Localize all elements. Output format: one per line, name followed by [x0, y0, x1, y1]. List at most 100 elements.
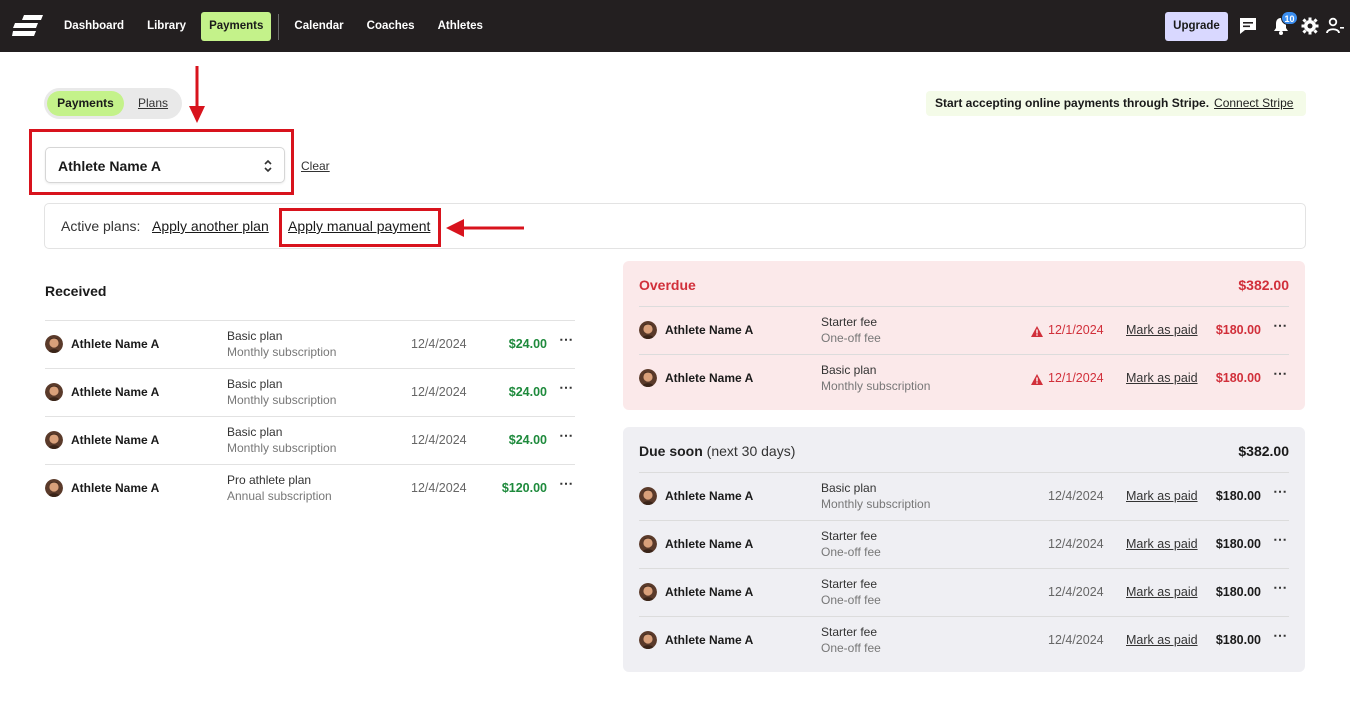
athlete-name[interactable]: Athlete Name A — [665, 585, 753, 599]
nav-payments[interactable]: Payments — [201, 12, 272, 41]
athlete-name[interactable]: Athlete Name A — [665, 537, 753, 551]
row-more-options-icon[interactable]: ⋯ — [1273, 531, 1287, 548]
due-date: 12/4/2024 — [1048, 585, 1104, 599]
row-more-options-icon[interactable]: ⋯ — [559, 427, 573, 444]
payments-plans-toggle: Payments Plans — [44, 88, 182, 119]
athlete-name[interactable]: Athlete Name A — [71, 337, 159, 351]
tab-plans[interactable]: Plans — [138, 96, 168, 110]
athlete-avatar — [45, 335, 63, 353]
apply-another-plan-link[interactable]: Apply another plan — [152, 218, 269, 234]
connect-stripe-link[interactable]: Connect Stripe — [1214, 96, 1293, 110]
due-date: 12/4/2024 — [1048, 633, 1104, 647]
clear-filter-link[interactable]: Clear — [301, 159, 330, 173]
payment-date: 12/4/2024 — [411, 481, 467, 495]
plan-name: Starter fee — [821, 529, 878, 543]
row-more-options-icon[interactable]: ⋯ — [559, 331, 573, 348]
payment-date: 12/4/2024 — [411, 385, 467, 399]
overdue-total: $382.00 — [1238, 277, 1289, 293]
plan-type: Annual subscription — [227, 489, 332, 503]
athlete-name[interactable]: Athlete Name A — [71, 385, 159, 399]
athlete-avatar — [639, 631, 657, 649]
brand-logo-icon[interactable] — [12, 13, 44, 39]
row-more-options-icon[interactable]: ⋯ — [1273, 627, 1287, 644]
annotation-arrow-down-icon — [189, 66, 205, 123]
payment-amount: $120.00 — [501, 481, 547, 495]
messages-icon[interactable] — [1238, 16, 1258, 36]
due-date: 12/4/2024 — [1048, 537, 1104, 551]
athlete-avatar — [639, 535, 657, 553]
plan-name: Basic plan — [821, 481, 877, 495]
row-more-options-icon[interactable]: ⋯ — [1273, 317, 1287, 334]
payment-amount: $24.00 — [508, 433, 547, 447]
row-more-options-icon[interactable]: ⋯ — [559, 475, 573, 492]
warning-triangle-icon — [1031, 372, 1043, 385]
due-soon-subtitle: (next 30 days) — [706, 443, 796, 459]
account-user-icon[interactable] — [1325, 16, 1345, 36]
athlete-name[interactable]: Athlete Name A — [71, 481, 159, 495]
due-soon-title: Due soon — [639, 443, 703, 459]
upgrade-button[interactable]: Upgrade — [1165, 12, 1228, 41]
settings-gear-icon[interactable] — [1300, 16, 1320, 36]
athlete-avatar — [45, 383, 63, 401]
nav-dashboard[interactable]: Dashboard — [56, 12, 132, 41]
plan-name: Starter fee — [821, 577, 878, 591]
payment-amount: $180.00 — [1215, 371, 1261, 385]
warning-triangle-icon — [1031, 324, 1043, 337]
plan-type: Monthly subscription — [821, 497, 931, 511]
payment-date: 12/4/2024 — [411, 433, 467, 447]
nav-library[interactable]: Library — [139, 12, 194, 41]
athlete-avatar — [639, 321, 657, 339]
athlete-avatar — [45, 431, 63, 449]
main-nav: Dashboard Library Payments Calendar Coac… — [56, 12, 498, 41]
received-section-title: Received — [45, 283, 107, 299]
row-more-options-icon[interactable]: ⋯ — [559, 379, 573, 396]
plan-type: One-off fee — [821, 545, 881, 559]
athlete-avatar — [639, 583, 657, 601]
athlete-name[interactable]: Athlete Name A — [665, 633, 753, 647]
nav-calendar[interactable]: Calendar — [286, 12, 351, 41]
plan-type: One-off fee — [821, 331, 881, 345]
athlete-name[interactable]: Athlete Name A — [71, 433, 159, 447]
due-date: 12/4/2024 — [1048, 489, 1104, 503]
annotation-highlight-athlete-select — [29, 129, 294, 195]
due-date: 12/1/2024 — [1048, 323, 1104, 337]
plan-type: One-off fee — [821, 593, 881, 607]
row-more-options-icon[interactable]: ⋯ — [1273, 579, 1287, 596]
plan-type: Monthly subscription — [821, 379, 931, 393]
payment-amount: $180.00 — [1215, 323, 1261, 337]
athlete-name[interactable]: Athlete Name A — [665, 371, 753, 385]
row-more-options-icon[interactable]: ⋯ — [1273, 483, 1287, 500]
due-soon-total: $382.00 — [1238, 443, 1289, 459]
due-date: 12/1/2024 — [1048, 371, 1104, 385]
athlete-avatar — [639, 487, 657, 505]
annotation-highlight-manual-payment — [279, 208, 441, 247]
due-soon-heading: Due soon (next 30 days) — [639, 443, 795, 459]
tab-payments[interactable]: Payments — [47, 91, 124, 116]
plan-name: Pro athlete plan — [227, 473, 312, 487]
payment-amount: $24.00 — [508, 337, 547, 351]
plan-name: Starter fee — [821, 625, 878, 639]
plan-type: One-off fee — [821, 641, 881, 655]
annotation-arrow-left-icon — [446, 219, 524, 237]
plan-type: Monthly subscription — [227, 393, 337, 407]
plan-name: Basic plan — [227, 425, 283, 439]
nav-athletes[interactable]: Athletes — [430, 12, 491, 41]
active-plans-label: Active plans: — [61, 218, 141, 234]
athlete-name[interactable]: Athlete Name A — [665, 323, 753, 337]
nav-divider — [278, 13, 280, 40]
top-navbar: Dashboard Library Payments Calendar Coac… — [0, 0, 1350, 52]
athlete-avatar — [45, 479, 63, 497]
row-more-options-icon[interactable]: ⋯ — [1273, 365, 1287, 382]
athlete-name[interactable]: Athlete Name A — [665, 489, 753, 503]
plan-type: Monthly subscription — [227, 441, 337, 455]
payment-amount: $180.00 — [1215, 585, 1261, 599]
nav-coaches[interactable]: Coaches — [359, 12, 423, 41]
overdue-title: Overdue — [639, 277, 696, 293]
plan-name: Basic plan — [227, 329, 283, 343]
payment-amount: $180.00 — [1215, 537, 1261, 551]
payment-date: 12/4/2024 — [411, 337, 467, 351]
payment-amount: $24.00 — [508, 385, 547, 399]
plan-name: Basic plan — [821, 363, 877, 377]
plan-type: Monthly subscription — [227, 345, 337, 359]
payment-amount: $180.00 — [1215, 633, 1261, 647]
